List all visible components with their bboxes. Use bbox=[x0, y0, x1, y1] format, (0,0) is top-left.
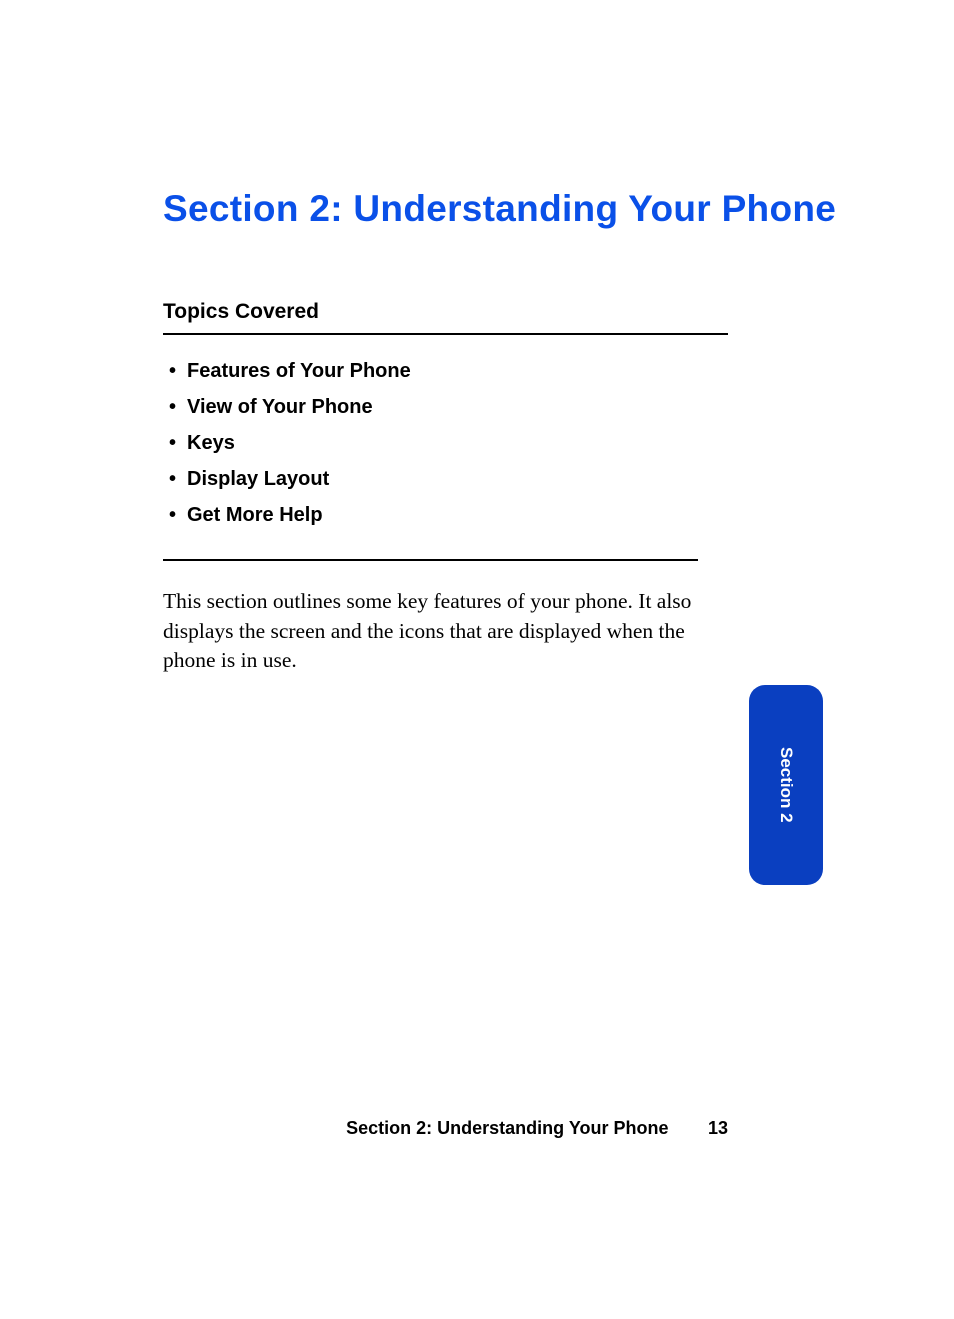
list-item: Display Layout bbox=[163, 468, 728, 491]
page-footer: Section 2: Understanding Your Phone 13 bbox=[163, 1118, 728, 1139]
intro-paragraph: This section outlines some key features … bbox=[163, 587, 735, 676]
list-item: Keys bbox=[163, 432, 728, 455]
section-tab: Section 2 bbox=[749, 685, 823, 885]
topics-divider-top bbox=[163, 333, 728, 335]
footer-title: Section 2: Understanding Your Phone bbox=[346, 1118, 668, 1138]
list-item: Features of Your Phone bbox=[163, 360, 728, 383]
topics-divider-bottom bbox=[163, 559, 698, 561]
section-title: Section 2: Understanding Your Phone bbox=[163, 188, 836, 230]
topics-heading: Topics Covered bbox=[163, 300, 319, 324]
topics-list: Features of Your Phone View of Your Phon… bbox=[163, 360, 728, 540]
list-item: Get More Help bbox=[163, 504, 728, 527]
section-tab-label: Section 2 bbox=[776, 747, 796, 823]
footer-page-number: 13 bbox=[708, 1118, 728, 1138]
list-item: View of Your Phone bbox=[163, 396, 728, 419]
